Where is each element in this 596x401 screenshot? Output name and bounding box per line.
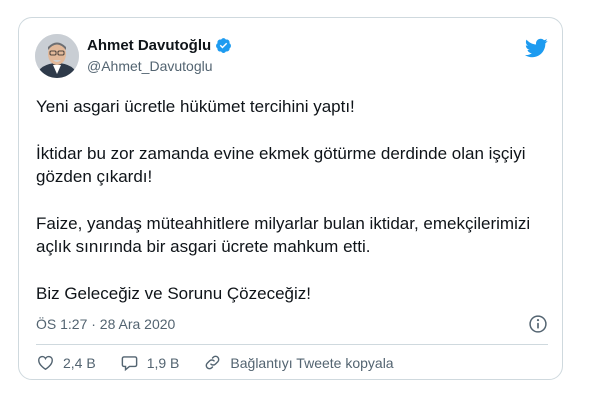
tweet-card: Ahmet Davutoğlu @Ahmet_Davutoglu Yeni as… bbox=[18, 17, 563, 380]
tweet-paragraph: İktidar bu zor zamanda evine ekmek götür… bbox=[36, 144, 526, 186]
author-name[interactable]: Ahmet Davutoğlu bbox=[87, 37, 211, 54]
tweet-actions: 2,4 B 1,9 B Bağlantıyı Tweete kopyala bbox=[36, 353, 418, 372]
link-icon bbox=[206, 355, 220, 370]
like-count: 2,4 B bbox=[63, 354, 96, 371]
copy-link-button[interactable]: Bağlantıyı Tweete kopyala bbox=[203, 353, 394, 372]
divider bbox=[36, 344, 548, 345]
tweet-text: Yeni asgari ücretle hükümet tercihini ya… bbox=[36, 95, 546, 329]
tweet-timestamp[interactable]: ÖS 1:27 · 28 Ara 2020 bbox=[36, 316, 175, 332]
author-name-row[interactable]: Ahmet Davutoğlu bbox=[87, 37, 232, 54]
tweet-paragraph: Biz Geleceğiz ve Sorunu Çözeceğiz! bbox=[36, 284, 311, 303]
heart-icon bbox=[38, 355, 53, 371]
reply-count: 1,9 B bbox=[146, 354, 180, 371]
info-icon[interactable] bbox=[528, 314, 548, 334]
tweet-paragraph: Faize, yandaş müteahhitlere milyarlar bu… bbox=[36, 214, 531, 256]
twitter-bird-icon[interactable] bbox=[524, 36, 548, 60]
author-avatar[interactable] bbox=[35, 34, 79, 78]
tweet-meta: ÖS 1:27 · 28 Ara 2020 bbox=[36, 314, 548, 334]
like-button[interactable]: 2,4 B bbox=[36, 353, 96, 372]
reply-bubble-icon bbox=[121, 356, 138, 372]
tweet-paragraph: Yeni asgari ücretle hükümet tercihini ya… bbox=[36, 97, 355, 116]
author-handle[interactable]: @Ahmet_Davutoglu bbox=[87, 58, 213, 74]
reply-button[interactable]: 1,9 B bbox=[120, 353, 180, 372]
verified-badge-icon bbox=[215, 37, 232, 54]
copy-link-label: Bağlantıyı Tweete kopyala bbox=[230, 354, 394, 371]
